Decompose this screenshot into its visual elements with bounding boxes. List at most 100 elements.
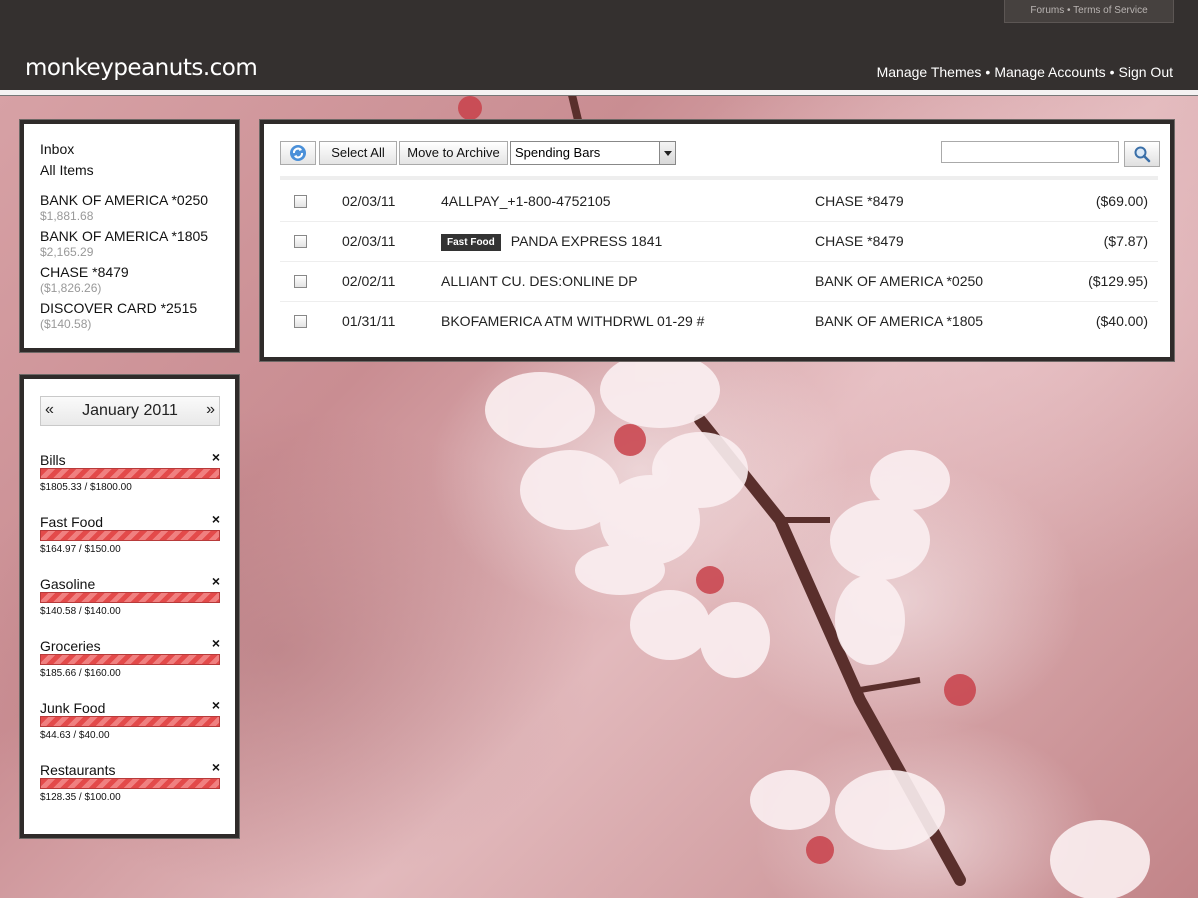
budget-category: Fast Food × $164.97 / $150.00 bbox=[40, 511, 220, 572]
search-input[interactable] bbox=[941, 141, 1119, 163]
header-bar: Forums • Terms of Service monkeypeanuts.… bbox=[0, 0, 1198, 90]
row-checkbox[interactable] bbox=[294, 235, 307, 248]
account-name[interactable]: DISCOVER CARD *2515 bbox=[40, 300, 197, 316]
move-to-archive-button[interactable]: Move to Archive bbox=[399, 141, 508, 165]
transaction-description: PANDA EXPRESS 1841 bbox=[510, 233, 663, 249]
transaction-date: 02/03/11 bbox=[342, 233, 396, 249]
view-select-value: Spending Bars bbox=[515, 145, 601, 160]
top-links: Forums • Terms of Service bbox=[1004, 0, 1174, 23]
transaction-description: BKOFAMERICA ATM WITHDRWL 01-29 # bbox=[441, 313, 705, 329]
account-item: DISCOVER CARD *2515 ($140.58) bbox=[40, 300, 197, 331]
spending-bar-fill bbox=[41, 469, 219, 478]
budget-category: Junk Food × $44.63 / $40.00 bbox=[40, 697, 220, 758]
budget-category: Gasoline × $140.58 / $140.00 bbox=[40, 573, 220, 634]
row-checkbox[interactable] bbox=[294, 275, 307, 288]
transaction-row[interactable]: 01/31/11 BKOFAMERICA ATM WITHDRWL 01-29 … bbox=[280, 301, 1158, 341]
category-amount: $164.97 / $150.00 bbox=[40, 544, 121, 555]
budget-panel: « January 2011 » Bills × $1805.33 / $180… bbox=[20, 375, 239, 838]
remove-category-icon[interactable]: × bbox=[212, 573, 220, 589]
terms-link[interactable]: Terms of Service bbox=[1073, 5, 1147, 16]
transaction-date: 02/02/11 bbox=[342, 273, 396, 289]
nav-manage-themes[interactable]: Manage Themes bbox=[877, 64, 982, 80]
transaction-description: 4ALLPAY_+1-800-4752105 bbox=[441, 193, 611, 209]
spending-bar bbox=[40, 778, 220, 789]
spending-bar-fill bbox=[41, 531, 219, 540]
transaction-amount: ($40.00) bbox=[1095, 313, 1148, 329]
account-balance: ($1,826.26) bbox=[40, 281, 102, 295]
select-all-button[interactable]: Select All bbox=[319, 141, 397, 165]
transaction-date: 02/03/11 bbox=[342, 193, 396, 209]
transaction-description: ALLIANT CU. DES:ONLINE DP bbox=[441, 273, 638, 289]
search-icon bbox=[1134, 146, 1151, 163]
transaction-account: CHASE *8479 bbox=[815, 233, 904, 249]
transaction-row[interactable]: 02/03/11 4ALLPAY_+1-800-4752105 CHASE *8… bbox=[280, 181, 1158, 222]
top-links-separator: • bbox=[1067, 5, 1071, 16]
account-name[interactable]: BANK OF AMERICA *1805 bbox=[40, 228, 208, 244]
account-item: BANK OF AMERICA *1805 $2,165.29 bbox=[40, 228, 208, 259]
category-name: Junk Food bbox=[40, 700, 106, 716]
spending-bar bbox=[40, 654, 220, 665]
category-name: Fast Food bbox=[40, 514, 104, 530]
budget-category: Groceries × $185.66 / $160.00 bbox=[40, 635, 220, 696]
transactions-panel: Select All Move to Archive Spending Bars… bbox=[260, 120, 1174, 361]
account-balance: $2,165.29 bbox=[40, 245, 94, 259]
nav-manage-accounts[interactable]: Manage Accounts bbox=[994, 64, 1105, 80]
account-name[interactable]: CHASE *8479 bbox=[40, 264, 129, 280]
category-name: Restaurants bbox=[40, 762, 116, 778]
remove-category-icon[interactable]: × bbox=[212, 635, 220, 651]
month-navigator: « January 2011 » bbox=[40, 396, 220, 426]
transaction-date: 01/31/11 bbox=[342, 313, 396, 329]
budget-category: Restaurants × $128.35 / $100.00 bbox=[40, 759, 220, 820]
transaction-row[interactable]: 02/03/11 Fast Food PANDA EXPRESS 1841 CHA… bbox=[280, 221, 1158, 262]
transaction-account: BANK OF AMERICA *1805 bbox=[815, 313, 984, 329]
site-logo[interactable]: monkeypeanuts.com bbox=[25, 55, 258, 81]
spending-bar bbox=[40, 530, 220, 541]
accounts-panel: Inbox All Items BANK OF AMERICA *0250 $1… bbox=[20, 120, 239, 352]
search-button[interactable] bbox=[1124, 141, 1160, 167]
row-checkbox[interactable] bbox=[294, 315, 307, 328]
category-tag[interactable]: Fast Food bbox=[441, 234, 501, 251]
refresh-button[interactable] bbox=[280, 141, 316, 165]
row-checkbox[interactable] bbox=[294, 195, 307, 208]
category-amount: $140.58 / $140.00 bbox=[40, 606, 121, 617]
nav-separator: • bbox=[985, 64, 991, 80]
remove-category-icon[interactable]: × bbox=[212, 697, 220, 713]
view-select[interactable]: Spending Bars bbox=[510, 141, 676, 165]
budget-category: Bills × $1805.33 / $1800.00 bbox=[40, 449, 220, 510]
transaction-description-cell: Fast Food PANDA EXPRESS 1841 bbox=[441, 233, 662, 251]
next-month-button[interactable]: » bbox=[206, 401, 215, 419]
category-amount: $185.66 / $160.00 bbox=[40, 668, 121, 679]
main-nav: Manage Themes • Manage Accounts • Sign Out bbox=[877, 64, 1173, 80]
remove-category-icon[interactable]: × bbox=[212, 449, 220, 465]
spending-bar-fill bbox=[41, 779, 219, 788]
transaction-amount: ($129.95) bbox=[1088, 273, 1148, 289]
chevron-down-icon[interactable] bbox=[659, 142, 675, 164]
header-divider bbox=[0, 90, 1198, 96]
spending-bar-fill bbox=[41, 655, 219, 664]
spending-bar bbox=[40, 716, 220, 727]
remove-category-icon[interactable]: × bbox=[212, 759, 220, 775]
inbox-link[interactable]: Inbox bbox=[40, 141, 74, 157]
transaction-amount: ($69.00) bbox=[1095, 193, 1148, 209]
list-divider bbox=[280, 176, 1158, 180]
all-items-link[interactable]: All Items bbox=[40, 162, 94, 178]
spending-bar bbox=[40, 468, 220, 479]
category-name: Bills bbox=[40, 452, 66, 468]
spending-bar bbox=[40, 592, 220, 603]
account-balance: ($140.58) bbox=[40, 317, 92, 331]
category-name: Groceries bbox=[40, 638, 101, 654]
category-name: Gasoline bbox=[40, 576, 96, 592]
transaction-amount: ($7.87) bbox=[1103, 233, 1148, 249]
refresh-icon bbox=[290, 145, 306, 161]
nav-separator: • bbox=[1109, 64, 1115, 80]
category-amount: $44.63 / $40.00 bbox=[40, 730, 110, 741]
account-name[interactable]: BANK OF AMERICA *0250 bbox=[40, 192, 208, 208]
spending-bar-fill bbox=[41, 593, 219, 602]
month-label: January 2011 bbox=[82, 402, 178, 419]
account-balance: $1,881.68 bbox=[40, 209, 94, 223]
nav-sign-out[interactable]: Sign Out bbox=[1119, 64, 1173, 80]
forums-link[interactable]: Forums bbox=[1030, 5, 1064, 16]
transaction-row[interactable]: 02/02/11 ALLIANT CU. DES:ONLINE DP BANK … bbox=[280, 261, 1158, 302]
spending-bar-fill bbox=[41, 717, 219, 726]
remove-category-icon[interactable]: × bbox=[212, 511, 220, 527]
